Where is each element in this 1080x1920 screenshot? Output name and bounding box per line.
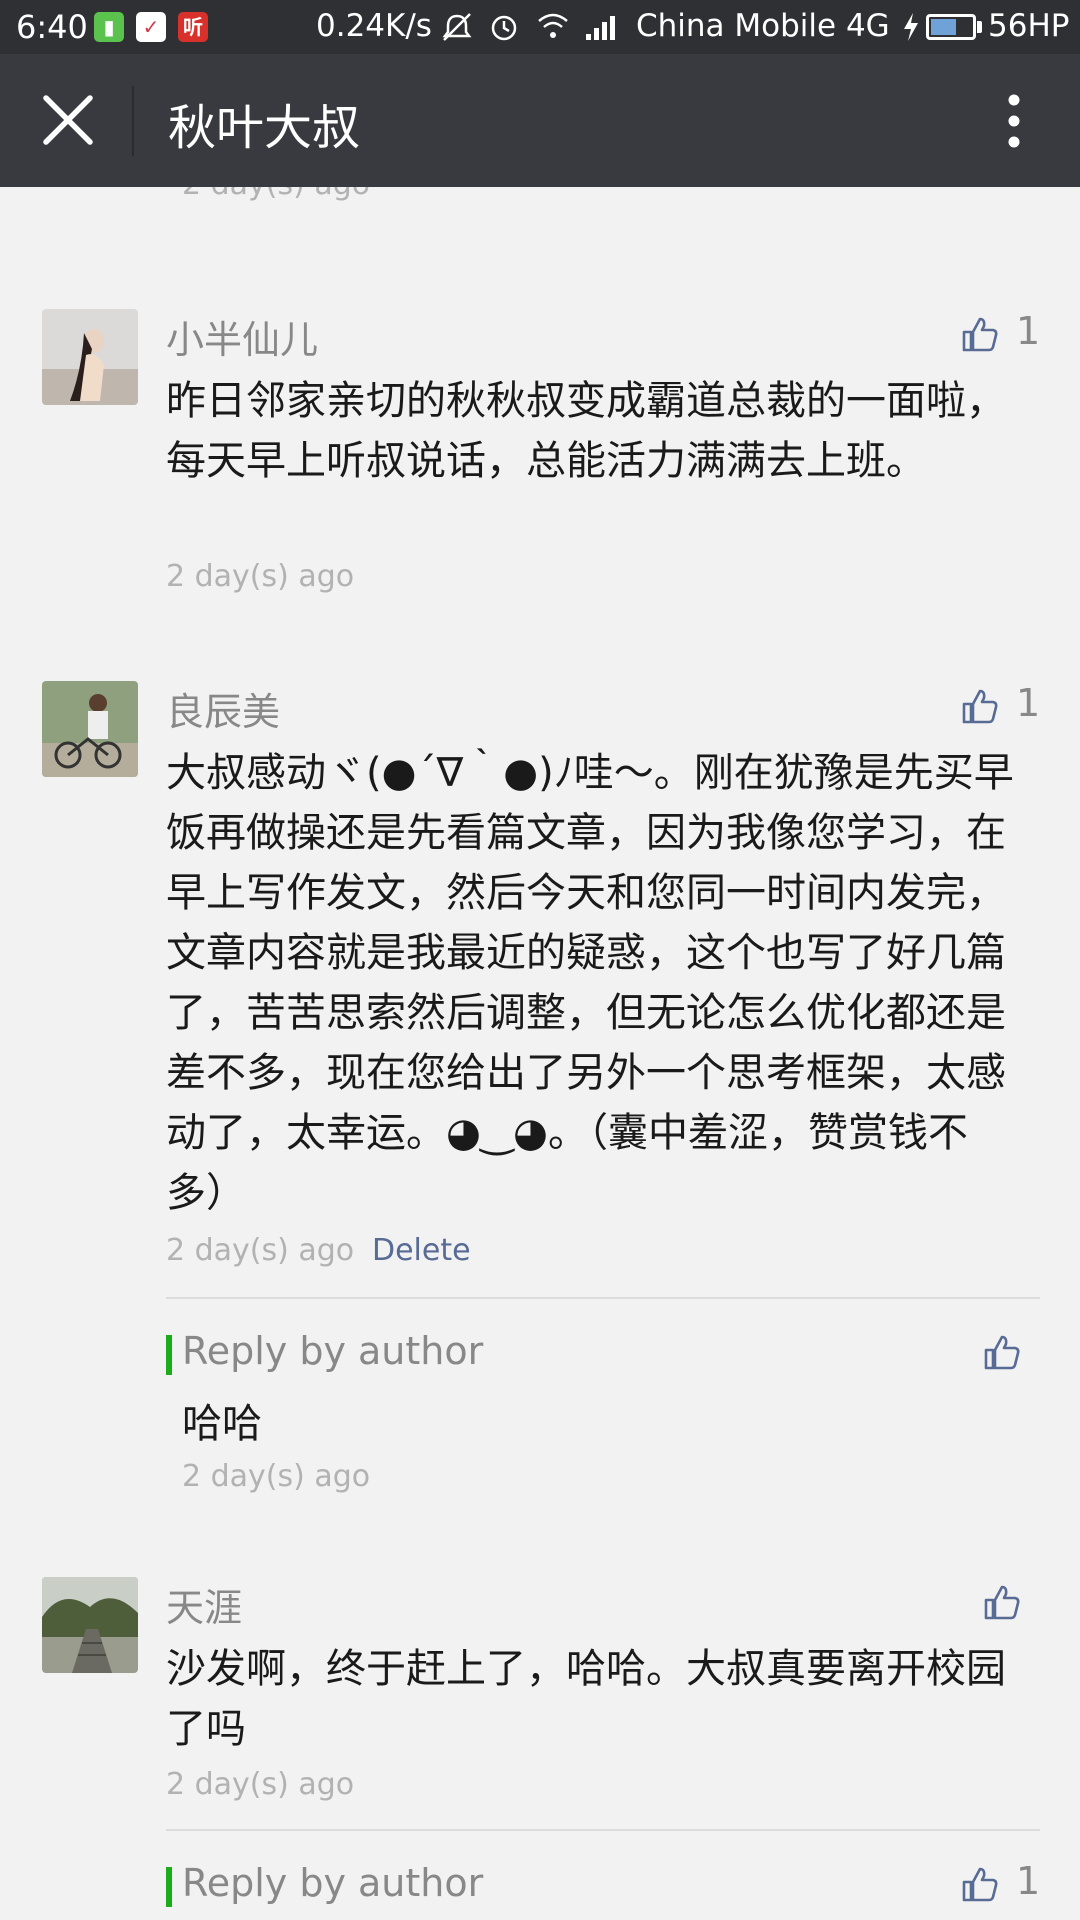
reply-time: 2 day(s) ago xyxy=(182,1459,371,1494)
listen-app-icon: 听 xyxy=(178,12,208,42)
carrier-label: China Mobile 4G xyxy=(636,8,890,44)
thumbs-up-icon[interactable] xyxy=(962,1865,998,1903)
reply-text: 哈哈 xyxy=(182,1401,262,1447)
reply-label: Reply by author xyxy=(182,1329,484,1373)
battery-label: 56HP xyxy=(988,8,1070,44)
reply-accent-bar xyxy=(166,1335,172,1375)
comment-author[interactable]: 天涯 xyxy=(166,1577,242,1632)
thumbs-up-icon[interactable] xyxy=(962,315,998,353)
close-icon[interactable] xyxy=(38,90,98,150)
network-speed: 0.24K/s xyxy=(316,8,432,44)
avatar[interactable] xyxy=(42,1577,138,1673)
comment-text: 大叔感动ヾ(●´∇｀●)ﾉ哇～。刚在犹豫是先买早饭再做操还是先看篇文章，因为我像… xyxy=(166,750,1014,1216)
mute-icon xyxy=(442,13,472,41)
like-count: 1 xyxy=(1016,309,1041,353)
alarm-icon xyxy=(491,15,517,41)
comment-text: 沙发啊，终于赶上了，哈哈。大叔真要离开校园了吗 xyxy=(166,1646,1006,1752)
reply-label: Reply by author xyxy=(182,1861,484,1905)
charging-icon xyxy=(904,13,918,41)
nav-divider xyxy=(132,86,134,156)
comment-time: 2 day(s) ago xyxy=(182,187,370,202)
comment-text: 昨日邻家亲切的秋秋叔变成霸道总裁的一面啦，每天早上听叔说话，总能活力满满去上班。 xyxy=(166,378,1006,484)
sim-app-icon: ▮ xyxy=(94,12,124,42)
like-count: 1 xyxy=(1016,1859,1041,1903)
battery-tip xyxy=(977,21,982,33)
avatar[interactable] xyxy=(42,681,138,777)
divider xyxy=(166,1829,1040,1831)
comment-author[interactable]: 小半仙儿 xyxy=(166,309,318,364)
comment-list: 2 day(s) ago 小半仙儿 1 昨日邻家亲切的秋秋叔变成霸道总裁的一面啦… xyxy=(0,187,1080,1920)
like-count: 1 xyxy=(1016,681,1041,725)
avatar[interactable] xyxy=(42,309,138,405)
delete-button[interactable]: Delete xyxy=(372,1233,471,1268)
comment-time: 2 day(s) ago xyxy=(166,1767,355,1802)
wifi-icon xyxy=(538,13,568,38)
task-app-icon: ✓ xyxy=(136,12,166,42)
comment-time: 2 day(s) ago xyxy=(166,559,355,594)
comment-time: 2 day(s) ago xyxy=(166,1233,355,1268)
page-title: 秋叶大叔 xyxy=(168,100,361,156)
status-time: 6:40 xyxy=(16,8,88,46)
reply-accent-bar xyxy=(166,1867,172,1907)
more-vertical-icon[interactable] xyxy=(990,88,1038,154)
thumbs-up-icon[interactable] xyxy=(962,687,998,725)
signal-icon xyxy=(586,16,615,40)
thumbs-up-icon[interactable] xyxy=(984,1333,1020,1371)
comment-author[interactable]: 良辰美 xyxy=(166,681,280,736)
status-bar: 6:40 ▮ ✓ 听 0.24K/s China Mobile 4G 56HP xyxy=(0,0,1080,54)
divider xyxy=(166,1297,1040,1299)
battery-icon xyxy=(926,14,976,40)
top-nav-bar: 秋叶大叔 xyxy=(0,54,1080,187)
thumbs-up-icon[interactable] xyxy=(984,1583,1020,1621)
